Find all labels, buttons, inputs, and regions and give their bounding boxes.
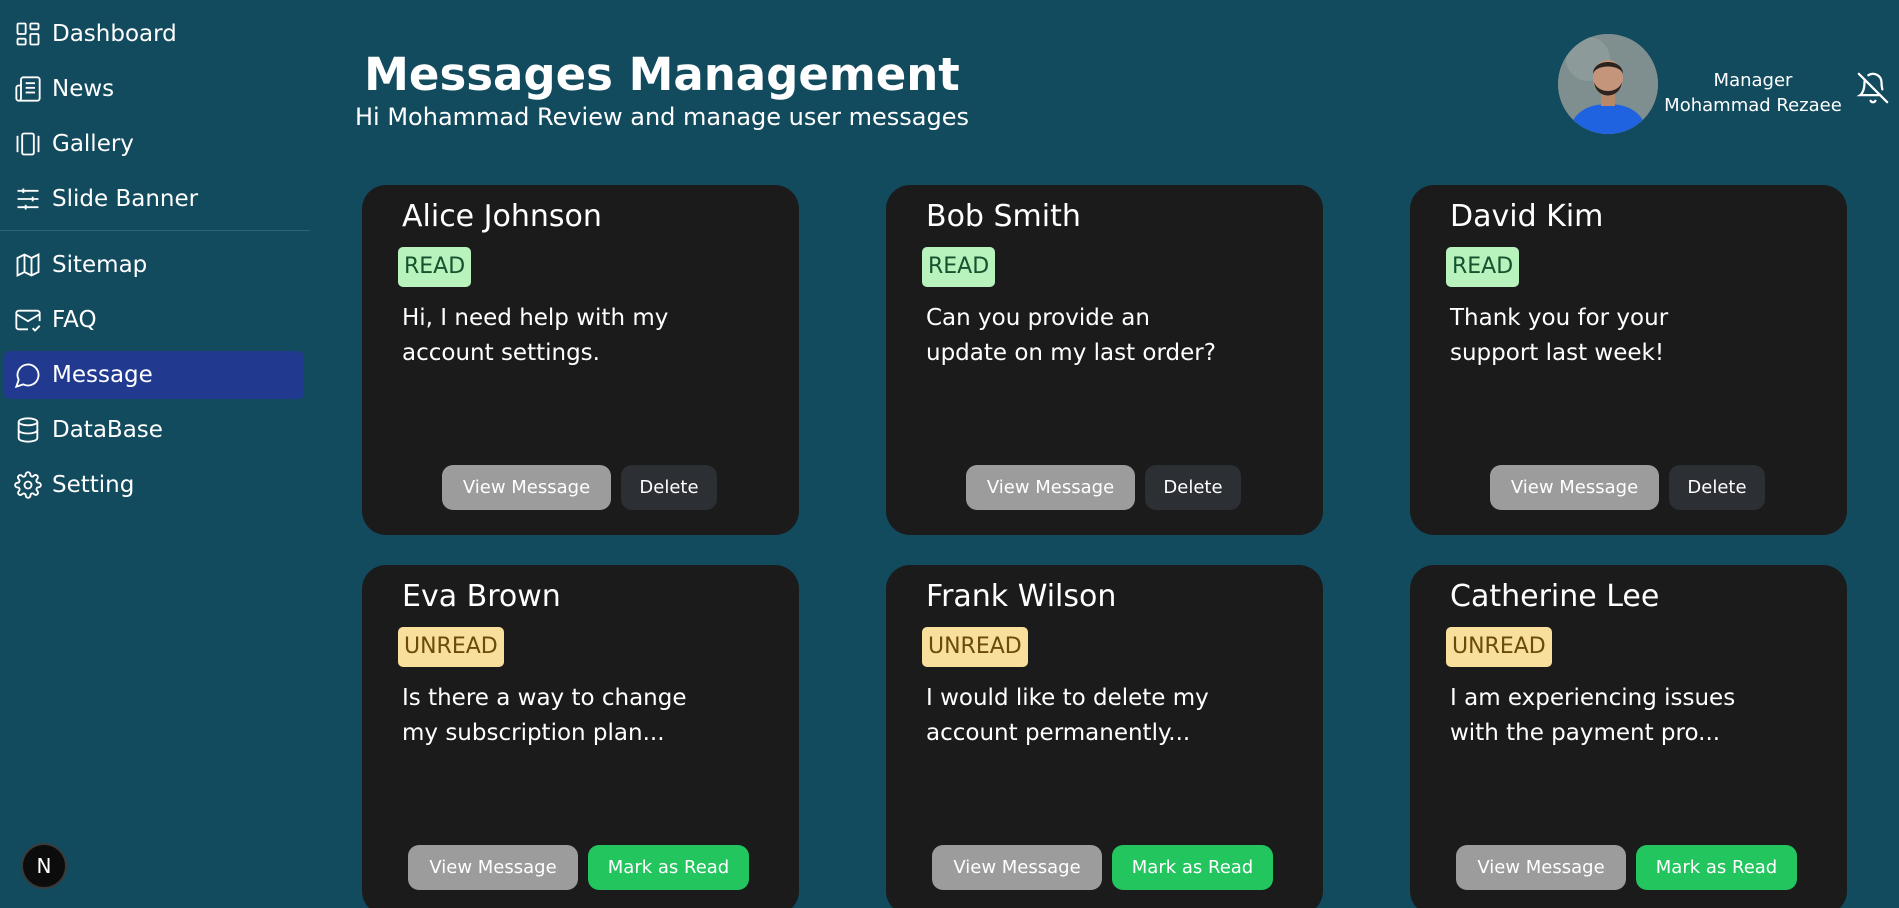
- sidebar-item-slide-banner[interactable]: Slide Banner: [4, 175, 304, 223]
- sidebar: Dashboard News Gallery Slide Banner Site…: [0, 0, 312, 908]
- sidebar-item-sitemap[interactable]: Sitemap: [4, 241, 304, 289]
- sidebar-item-label: News: [52, 76, 115, 102]
- map-icon: [12, 249, 44, 281]
- user-info: Manager Mohammad Rezaee: [1660, 68, 1846, 118]
- view-message-button[interactable]: View Message: [408, 845, 578, 890]
- sidebar-item-label: Message: [52, 362, 153, 388]
- message-preview: Is there a way to change my subscription…: [402, 685, 687, 746]
- sliders-icon: [12, 183, 44, 215]
- database-icon: [12, 414, 44, 446]
- page-subtitle: Hi Mohammad Review and manage user messa…: [355, 103, 969, 131]
- view-message-button[interactable]: View Message: [442, 465, 611, 510]
- mark-as-read-button[interactable]: Mark as Read: [588, 845, 749, 890]
- message-preview: Can you provide an update on my last ord…: [926, 305, 1216, 366]
- newspaper-icon: [12, 73, 44, 105]
- sidebar-item-setting[interactable]: Setting: [4, 461, 304, 509]
- page-title: Messages Management: [364, 48, 960, 101]
- sidebar-item-message[interactable]: Message: [4, 351, 304, 399]
- gear-icon: [12, 469, 44, 501]
- sender-name: Eva Brown: [402, 579, 561, 614]
- sidebar-item-label: Slide Banner: [52, 186, 199, 212]
- message-circle-icon: [12, 359, 44, 391]
- message-card: Alice Johnson READ Hi, I need help with …: [362, 185, 799, 535]
- status-badge: READ: [922, 247, 996, 287]
- sidebar-divider: [0, 230, 310, 231]
- sidebar-item-gallery[interactable]: Gallery: [4, 120, 304, 168]
- delete-button[interactable]: Delete: [1145, 465, 1241, 510]
- delete-button[interactable]: Delete: [621, 465, 717, 510]
- mark-as-read-button[interactable]: Mark as Read: [1112, 845, 1273, 890]
- sidebar-item-news[interactable]: News: [4, 65, 304, 113]
- view-message-button[interactable]: View Message: [932, 845, 1102, 890]
- sidebar-item-faq[interactable]: FAQ: [4, 296, 304, 344]
- view-message-button[interactable]: View Message: [966, 465, 1135, 510]
- view-message-button[interactable]: View Message: [1456, 845, 1626, 890]
- user-name: Mohammad Rezaee: [1664, 95, 1842, 116]
- sidebar-item-dashboard[interactable]: Dashboard: [4, 10, 304, 58]
- sender-name: David Kim: [1450, 199, 1604, 234]
- sidebar-item-label: Sitemap: [52, 252, 148, 278]
- message-preview: Hi, I need help with my account settings…: [402, 305, 669, 366]
- view-message-button[interactable]: View Message: [1490, 465, 1659, 510]
- mark-as-read-button[interactable]: Mark as Read: [1636, 845, 1797, 890]
- message-card: Eva Brown UNREAD Is there a way to chang…: [362, 565, 799, 908]
- user-role: Manager: [1713, 70, 1793, 91]
- sidebar-item-label: Gallery: [52, 131, 134, 157]
- avatar[interactable]: [1558, 34, 1658, 134]
- gallery-icon: [12, 128, 44, 160]
- sender-name: Alice Johnson: [402, 199, 602, 234]
- status-badge: READ: [398, 247, 472, 287]
- message-preview: I would like to delete my account perman…: [926, 685, 1209, 746]
- delete-button[interactable]: Delete: [1669, 465, 1765, 510]
- status-badge: UNREAD: [922, 627, 1028, 667]
- message-preview: Thank you for your support last week!: [1450, 305, 1669, 366]
- status-badge: READ: [1446, 247, 1520, 287]
- sidebar-item-label: FAQ: [52, 307, 97, 333]
- sender-name: Bob Smith: [926, 199, 1081, 234]
- message-preview: I am experiencing issues with the paymen…: [1450, 685, 1736, 746]
- message-card: Bob Smith READ Can you provide an update…: [886, 185, 1323, 535]
- nextjs-logo[interactable]: N: [21, 843, 67, 889]
- message-card: Catherine Lee UNREAD I am experiencing i…: [1410, 565, 1847, 908]
- status-badge: UNREAD: [398, 627, 504, 667]
- sender-name: Catherine Lee: [1450, 579, 1660, 614]
- message-card: David Kim READ Thank you for your suppor…: [1410, 185, 1847, 535]
- status-badge: UNREAD: [1446, 627, 1552, 667]
- mail-check-icon: [12, 304, 44, 336]
- sidebar-item-label: Setting: [52, 472, 135, 498]
- sidebar-item-label: Dashboard: [52, 21, 177, 47]
- sender-name: Frank Wilson: [926, 579, 1117, 614]
- sidebar-item-database[interactable]: DataBase: [4, 406, 304, 454]
- sidebar-item-label: DataBase: [52, 417, 163, 443]
- bell-off-icon[interactable]: [1856, 71, 1890, 105]
- message-card: Frank Wilson UNREAD I would like to dele…: [886, 565, 1323, 908]
- grid-icon: [12, 18, 44, 50]
